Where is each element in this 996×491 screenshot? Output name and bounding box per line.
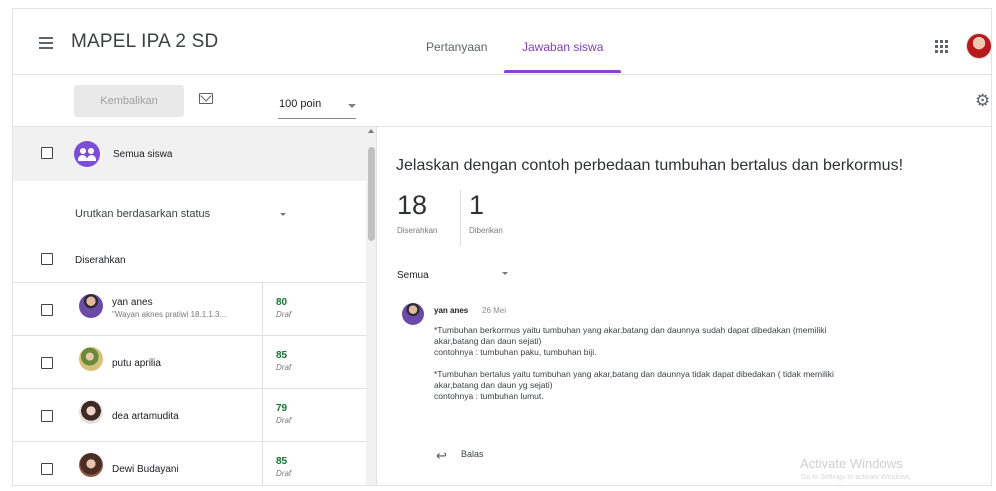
all-students-row[interactable]: Semua siswa	[13, 127, 366, 181]
student-checkbox[interactable]	[41, 304, 53, 316]
google-apps-icon[interactable]	[935, 40, 948, 53]
answer-line: akar,batang dan daun sejati)	[434, 336, 542, 346]
gear-icon[interactable]: ⚙	[975, 92, 991, 109]
student-row[interactable]: dea artamudita 79 Draf	[13, 389, 366, 442]
points-dropdown[interactable]: 100 poin	[278, 95, 356, 119]
answer-preview: "Wayan aknes pratiwi 18.1.1.3...	[112, 310, 227, 319]
answer-body: *Tumbuhan berkormus yaitu tumbuhan yang …	[434, 325, 954, 402]
select-submitted-checkbox[interactable]	[41, 253, 53, 265]
answer-line: *Tumbuhan berkormus yaitu tumbuhan yang …	[434, 325, 827, 335]
sort-label: Urutkan berdasarkan status	[75, 208, 211, 220]
student-checkbox[interactable]	[41, 463, 53, 475]
student-list-scrollbar[interactable]	[366, 127, 376, 485]
sort-dropdown[interactable]: Urutkan berdasarkan status	[13, 181, 366, 237]
action-toolbar: Kembalikan 100 poin ⚙	[13, 75, 991, 127]
hamburger-menu-icon[interactable]	[39, 37, 53, 49]
submitted-group-header: Diserahkan	[13, 237, 366, 283]
grade-cell[interactable]: 80 Draf	[262, 283, 366, 336]
scroll-thumb[interactable]	[368, 147, 375, 241]
student-name: dea artamudita	[112, 411, 179, 422]
avatar	[79, 347, 103, 371]
group-icon	[74, 141, 100, 167]
grade-value: 80	[276, 297, 288, 308]
student-row[interactable]: yan anes "Wayan aknes pratiwi 18.1.1.3..…	[13, 283, 366, 336]
classroom-window: MAPEL IPA 2 SD Pertanyaan Jawaban siswa …	[12, 8, 992, 486]
grade-status: Draf	[276, 469, 292, 478]
grade-cell[interactable]: 79 Draf	[262, 389, 366, 442]
answer-line	[434, 358, 954, 369]
points-value: 100 poin	[279, 98, 322, 110]
email-icon[interactable]	[199, 93, 213, 104]
student-name: putu aprilia	[112, 358, 161, 369]
submitted-count: 18	[397, 190, 428, 220]
student-row[interactable]: Dewi Budayani 85 Draf	[13, 442, 366, 485]
answer-filter-dropdown[interactable]: Semua	[397, 265, 510, 285]
grade-status: Draf	[276, 416, 292, 425]
all-students-label: Semua siswa	[113, 149, 173, 160]
scroll-up-arrow-icon[interactable]	[368, 129, 374, 133]
active-tab-indicator	[504, 70, 621, 73]
question-text: Jelaskan dengan contoh perbedaan tumbuha…	[396, 157, 904, 174]
return-button[interactable]: Kembalikan	[74, 85, 184, 117]
student-checkbox[interactable]	[41, 357, 53, 369]
grade-value: 85	[276, 350, 288, 361]
chevron-down-icon	[348, 104, 356, 108]
avatar	[402, 303, 424, 325]
activate-windows-subtitle: Go to Settings to activate Windows.	[801, 474, 912, 481]
question-panel: Jelaskan dengan contoh perbedaan tumbuha…	[378, 127, 991, 485]
avatar	[79, 400, 103, 424]
submitted-stat[interactable]: 18 Diserahkan	[397, 190, 437, 235]
submitted-group-label: Diserahkan	[75, 255, 126, 266]
stat-divider	[460, 190, 461, 246]
grade-value: 79	[276, 403, 288, 414]
student-checkbox[interactable]	[41, 410, 53, 422]
answer-line: contohnya : tumbuhan lumut.	[434, 391, 544, 401]
answer-line: contohnya : tumbuhan paku, tumbuhan biji…	[434, 347, 597, 357]
class-title: MAPEL IPA 2 SD	[71, 31, 219, 52]
chevron-down-icon	[280, 213, 286, 216]
answer-line: *Tumbuhan bertalus yaitu tumbuhan yang a…	[434, 369, 834, 379]
given-count: 1	[469, 190, 485, 220]
answer-author: yan anes	[434, 306, 469, 315]
grade-status: Draf	[276, 310, 292, 319]
tab-questions[interactable]: Pertanyaan	[426, 40, 487, 54]
students-panel: Semua siswa Urutkan berdasarkan status D…	[13, 127, 377, 485]
student-name: yan anes	[112, 297, 153, 308]
student-row[interactable]: putu aprilia 85 Draf	[13, 336, 366, 389]
given-caption: Diberikan	[469, 226, 503, 235]
grade-cell[interactable]: 85 Draf	[262, 336, 366, 389]
tab-student-answers[interactable]: Jawaban siswa	[522, 40, 603, 54]
filter-value: Semua	[397, 270, 429, 281]
avatar	[79, 453, 103, 477]
answer-date: 26 Mei	[482, 306, 507, 315]
given-stat[interactable]: 1 Diberikan	[469, 190, 503, 235]
grade-status: Draf	[276, 363, 292, 372]
submitted-caption: Diserahkan	[397, 226, 438, 235]
grade-value: 85	[276, 456, 288, 467]
chevron-down-icon	[502, 272, 508, 275]
select-all-checkbox[interactable]	[41, 147, 53, 159]
account-avatar[interactable]	[966, 33, 991, 59]
student-name: Dewi Budayani	[112, 464, 179, 475]
reply-icon[interactable]: ↩	[436, 449, 449, 462]
answer-line: akar,batang dan daun yg sejati)	[434, 380, 553, 390]
activate-windows-watermark: Activate Windows	[800, 456, 903, 471]
avatar	[79, 294, 103, 318]
reply-button[interactable]: Balas	[461, 449, 484, 459]
top-bar: MAPEL IPA 2 SD Pertanyaan Jawaban siswa	[13, 9, 991, 75]
grade-cell[interactable]: 85 Draf	[262, 442, 366, 485]
